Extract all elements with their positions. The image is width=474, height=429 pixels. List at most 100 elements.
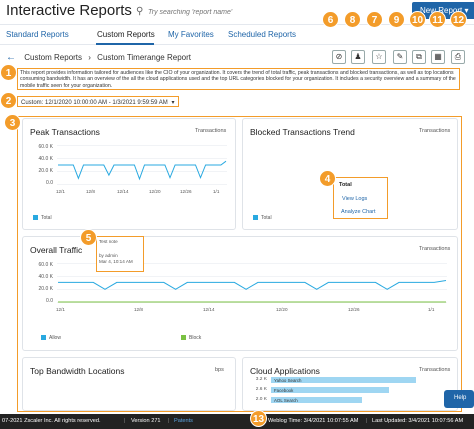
peak-transactions-chart[interactable] xyxy=(57,145,227,185)
app-title: Interactive Reports xyxy=(6,2,132,19)
hide-button[interactable]: ⊘ xyxy=(332,50,346,64)
print-button[interactable]: ⎙ xyxy=(451,50,465,64)
x-tick: 1/1 xyxy=(428,307,435,312)
chart-note[interactable]: Test note by admin Mar 4, 10:14 AM xyxy=(96,236,144,272)
version-text: Version 271 xyxy=(131,418,161,424)
callout-badge: 9 xyxy=(388,11,405,28)
footer-divider: | xyxy=(168,418,170,424)
x-tick: 12/8 xyxy=(134,307,143,312)
y-tick: 0.0 xyxy=(46,298,53,304)
y-tick: 3.2 K xyxy=(255,377,267,382)
legend-label: Block xyxy=(189,335,202,341)
x-tick: 12/20 xyxy=(276,307,288,312)
copy-button[interactable]: ⧉ xyxy=(412,50,426,64)
breadcrumb-parent[interactable]: Custom Reports xyxy=(24,53,82,62)
callout-badge: 8 xyxy=(344,11,361,28)
y-tick: 2.0 K xyxy=(255,397,267,402)
legend-swatch xyxy=(41,335,46,341)
card-title: Top Bandwidth Locations xyxy=(30,366,125,376)
print-icon: ⎙ xyxy=(454,52,462,61)
help-label: Help xyxy=(454,395,467,401)
analyze-chart-menu-item[interactable]: Analyze Chart xyxy=(341,209,376,215)
schedule-button[interactable]: ▦ xyxy=(431,50,445,64)
callout-badge: 1 xyxy=(0,64,17,81)
search-icon: ⚲ xyxy=(136,6,144,17)
tab-custom-reports[interactable]: Custom Reports xyxy=(97,30,155,39)
footer-divider: | xyxy=(124,418,126,424)
overall-traffic-card: Overall Traffic Transactions 60.0 K 40.0… xyxy=(22,236,458,351)
time-range-selector[interactable]: Custom: 12/1/2020 10:00:00 AM - 1/3/2021… xyxy=(17,96,179,107)
patents-link[interactable]: Patents xyxy=(174,418,193,424)
search-input[interactable] xyxy=(148,5,333,19)
legend-swatch xyxy=(181,335,186,341)
x-tick: 12/26 xyxy=(180,189,192,194)
peak-transactions-card: Peak Transactions Transactions 60.0 K 40… xyxy=(22,118,236,230)
legend-item-block[interactable]: Block xyxy=(181,335,201,341)
callout-badge: 7 xyxy=(366,11,383,28)
copy-icon: ⧉ xyxy=(416,52,422,61)
callout-badge: 4 xyxy=(319,170,336,187)
legend-item-allow[interactable]: Allow xyxy=(41,335,61,341)
legend-label: Transactions xyxy=(419,246,451,252)
breadcrumb-current: Custom Timerange Report xyxy=(97,53,191,62)
footer-divider: | xyxy=(366,418,368,424)
context-menu-title: Total xyxy=(339,182,352,188)
callout-badge: 2 xyxy=(0,92,17,109)
callout-badge: 6 xyxy=(322,11,339,28)
legend-item-total[interactable]: Total xyxy=(253,215,272,221)
y-tick: 60.0 K xyxy=(38,144,53,150)
y-tick: 2.6 K xyxy=(255,387,267,392)
callout-badge: 11 xyxy=(429,11,446,28)
copyright-text: 07-2021 Zscaler Inc. All rights reserved… xyxy=(2,418,101,424)
callout-badge: 5 xyxy=(80,229,97,246)
y-tick: 40.0 K xyxy=(38,274,53,280)
legend-label: Total xyxy=(41,215,52,221)
weblog-time: Weblog Time: 3/4/2021 10:07:55 AM xyxy=(268,418,359,424)
time-range-value: Custom: 12/1/2020 10:00:00 AM - 1/3/2021… xyxy=(21,100,168,106)
y-tick: 60.0 K xyxy=(38,262,53,268)
tab-my-favorites[interactable]: My Favorites xyxy=(168,30,214,39)
x-tick: 1/1 xyxy=(213,189,220,194)
y-tick: 20.0 K xyxy=(38,286,53,292)
share-user-button[interactable]: ♟ xyxy=(351,50,365,64)
legend-swatch xyxy=(33,215,38,221)
legend-label: Transactions xyxy=(419,367,451,373)
bar-label: Yahoo Search xyxy=(274,377,302,383)
card-title: Peak Transactions xyxy=(30,127,100,137)
active-tab-indicator xyxy=(96,43,154,45)
legend-label: Transactions xyxy=(419,128,451,134)
x-tick: 12/1 xyxy=(56,307,65,312)
last-updated: Last Updated: 3/4/2021 10:07:56 AM xyxy=(372,418,464,424)
series-line-total xyxy=(58,160,227,181)
edit-button[interactable]: ✎ xyxy=(393,50,407,64)
bar-label: AOL Search xyxy=(274,397,298,403)
legend-swatch xyxy=(253,215,258,221)
hide-icon: ⊘ xyxy=(335,52,343,61)
report-tabs: Standard Reports Custom Reports My Favor… xyxy=(0,25,474,45)
card-title: Cloud Applications xyxy=(250,366,320,376)
favorite-button[interactable]: ☆ xyxy=(372,50,386,64)
tab-standard-reports[interactable]: Standard Reports xyxy=(6,30,69,39)
legend-label: Allow xyxy=(49,335,61,341)
y-tick: 0.0 xyxy=(46,180,53,186)
legend-label: Total xyxy=(261,215,272,221)
view-logs-menu-item[interactable]: View Logs xyxy=(342,196,367,202)
callout-badge: 13 xyxy=(250,410,267,427)
back-arrow-icon[interactable]: ← xyxy=(6,52,16,63)
tab-scheduled-reports[interactable]: Scheduled Reports xyxy=(228,30,296,39)
calendar-icon: ▦ xyxy=(434,52,442,61)
legend-label: Transactions xyxy=(195,128,227,134)
breadcrumb: ← Custom Reports › Custom Timerange Repo… xyxy=(6,52,191,63)
help-button[interactable]: Help xyxy=(444,390,474,408)
chevron-down-icon: ▾ xyxy=(171,100,175,106)
callout-badge: 10 xyxy=(409,11,426,28)
breadcrumb-separator-icon: › xyxy=(88,53,91,62)
y-tick: 40.0 K xyxy=(38,156,53,162)
report-description: This report provides information tailore… xyxy=(17,68,460,90)
search-box[interactable]: ⚲ xyxy=(136,5,336,20)
note-date: Mar 4, 10:14 AM xyxy=(99,259,133,264)
legend-item-total[interactable]: Total xyxy=(33,215,52,221)
chart-context-menu: Total View Logs Analyze Chart xyxy=(333,177,388,219)
edit-icon: ✎ xyxy=(396,52,404,61)
callout-badge: 12 xyxy=(450,11,467,28)
